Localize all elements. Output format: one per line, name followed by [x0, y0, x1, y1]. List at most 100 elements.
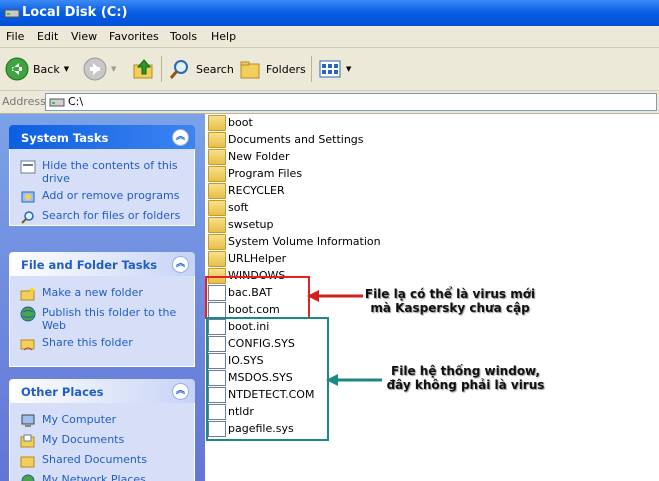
place-label: My Computer: [42, 413, 117, 426]
folder-icon: [208, 199, 226, 216]
task-label: Make a new folder: [42, 286, 143, 299]
folder-item[interactable]: Program Files: [208, 165, 302, 182]
menu-tools[interactable]: Tools: [170, 30, 197, 43]
other-places-title: Other Places: [21, 385, 104, 399]
search-button[interactable]: Search: [168, 54, 234, 84]
place-label: Shared Documents: [42, 453, 147, 466]
folder-item[interactable]: swsetup: [208, 216, 274, 233]
other-places-header[interactable]: Other Places ︽: [9, 379, 195, 403]
task-pane: System Tasks ︽ Hide the contents of this…: [0, 114, 205, 481]
search-icon: [169, 60, 188, 79]
task-publish-web[interactable]: Publish this folder to the Web: [20, 306, 184, 332]
task-hide-contents[interactable]: Hide the contents of this drive: [20, 159, 184, 185]
file-name: soft: [228, 201, 249, 214]
folder-icon: [208, 131, 226, 148]
system-tasks-header[interactable]: System Tasks ︽: [9, 125, 195, 149]
task-label: Hide the contents of this drive: [42, 159, 178, 185]
address-bar: Address C:\: [0, 91, 659, 114]
collapse-chevron-icon[interactable]: ︽: [172, 256, 189, 273]
folder-icon: [208, 165, 226, 182]
my-computer-icon: [21, 414, 35, 427]
toolbar: Back ▼ ▼ Search Folders ▼: [0, 48, 659, 91]
folder-icon: [208, 216, 226, 233]
hide-contents-icon: [20, 160, 36, 174]
my-documents-icon: [20, 434, 35, 448]
folder-item[interactable]: New Folder: [208, 148, 289, 165]
file-folder-tasks-header[interactable]: File and Folder Tasks ︽: [9, 252, 195, 276]
menu-favorites[interactable]: Favorites: [109, 30, 159, 43]
search-icon: [21, 211, 34, 224]
task-add-remove-programs[interactable]: Add or remove programs: [20, 189, 184, 205]
folder-item[interactable]: URLHelper: [208, 250, 286, 267]
forward-arrow-icon: [83, 57, 107, 81]
window-title: Local Disk (C:): [22, 5, 128, 20]
place-shared-documents[interactable]: Shared Documents: [20, 453, 184, 469]
folder-icon: [208, 250, 226, 267]
drive-icon: [49, 98, 65, 107]
folder-icon: [208, 114, 226, 131]
file-name: New Folder: [228, 150, 290, 163]
views-icon: [319, 60, 341, 78]
folder-item[interactable]: boot: [208, 114, 253, 131]
file-name: URLHelper: [228, 252, 287, 265]
highlight-suspicious-files: [205, 276, 310, 319]
back-label: Back: [33, 62, 60, 76]
task-make-new-folder[interactable]: Make a new folder: [20, 286, 184, 302]
address-input[interactable]: C:\: [45, 93, 657, 111]
menu-bar: File Edit View Favorites Tools Help: [0, 26, 659, 48]
collapse-chevron-icon[interactable]: ︽: [172, 129, 189, 146]
new-folder-icon: [20, 287, 35, 301]
file-folder-tasks-body: Make a new folder Publish this folder to…: [9, 276, 195, 367]
views-dropdown-icon[interactable]: ▼: [346, 65, 351, 73]
folder-up-icon: [133, 59, 153, 79]
system-tasks-title: System Tasks: [21, 131, 109, 145]
folders-icon: [240, 61, 260, 79]
task-label: Add or remove programs: [42, 189, 180, 202]
collapse-chevron-icon[interactable]: ︽: [172, 383, 189, 400]
place-my-documents[interactable]: My Documents: [20, 433, 184, 449]
task-label: Search for files or folders: [42, 209, 181, 222]
system-tasks-panel: System Tasks ︽ Hide the contents of this…: [9, 125, 195, 226]
menu-file[interactable]: File: [6, 30, 24, 43]
folder-item[interactable]: Documents and Settings: [208, 131, 364, 148]
folder-item[interactable]: RECYCLER: [208, 182, 285, 199]
annotation-suspicious: File lạ có thể là virus mới mà Kaspersky…: [360, 287, 540, 315]
task-label: Share this folder: [42, 336, 133, 349]
drive-icon: [4, 9, 20, 18]
task-share-folder[interactable]: Share this folder: [20, 336, 184, 352]
globe-icon: [20, 306, 36, 322]
folders-label: Folders: [266, 62, 306, 76]
folder-icon: [208, 148, 226, 165]
file-folder-tasks-panel: File and Folder Tasks ︽ Make a new folde…: [9, 252, 195, 367]
forward-dropdown-icon[interactable]: ▼: [111, 65, 116, 73]
menu-help[interactable]: Help: [211, 30, 236, 43]
back-arrow-icon: [5, 57, 29, 81]
folders-button[interactable]: Folders: [238, 54, 306, 84]
system-tasks-body: Hide the contents of this drive Add or r…: [9, 149, 195, 226]
up-button[interactable]: [132, 54, 156, 84]
place-my-computer[interactable]: My Computer: [20, 413, 184, 429]
place-label: My Documents: [42, 433, 125, 446]
back-button[interactable]: Back ▼: [5, 54, 69, 84]
address-value: C:\: [68, 95, 84, 108]
toolbar-separator: [161, 56, 162, 82]
menu-edit[interactable]: Edit: [37, 30, 58, 43]
place-label: My Network Places: [42, 473, 146, 481]
folder-item[interactable]: System Volume Information: [208, 233, 381, 250]
forward-button[interactable]: ▼: [83, 54, 116, 84]
menu-view[interactable]: View: [71, 30, 97, 43]
search-label: Search: [196, 62, 234, 76]
back-dropdown-icon[interactable]: ▼: [64, 65, 69, 73]
task-label: Publish this folder to the Web: [42, 306, 177, 332]
file-name: boot: [228, 116, 253, 129]
file-name: System Volume Information: [228, 235, 381, 248]
views-button[interactable]: ▼: [318, 54, 351, 84]
folder-item[interactable]: soft: [208, 199, 248, 216]
teal-arrow: [326, 374, 382, 386]
folder-icon: [208, 233, 226, 250]
red-arrow: [307, 290, 363, 302]
task-search-files[interactable]: Search for files or folders: [20, 209, 184, 225]
network-places-icon: [21, 474, 35, 481]
file-folder-tasks-title: File and Folder Tasks: [21, 258, 158, 272]
place-my-network-places[interactable]: My Network Places: [20, 473, 184, 481]
